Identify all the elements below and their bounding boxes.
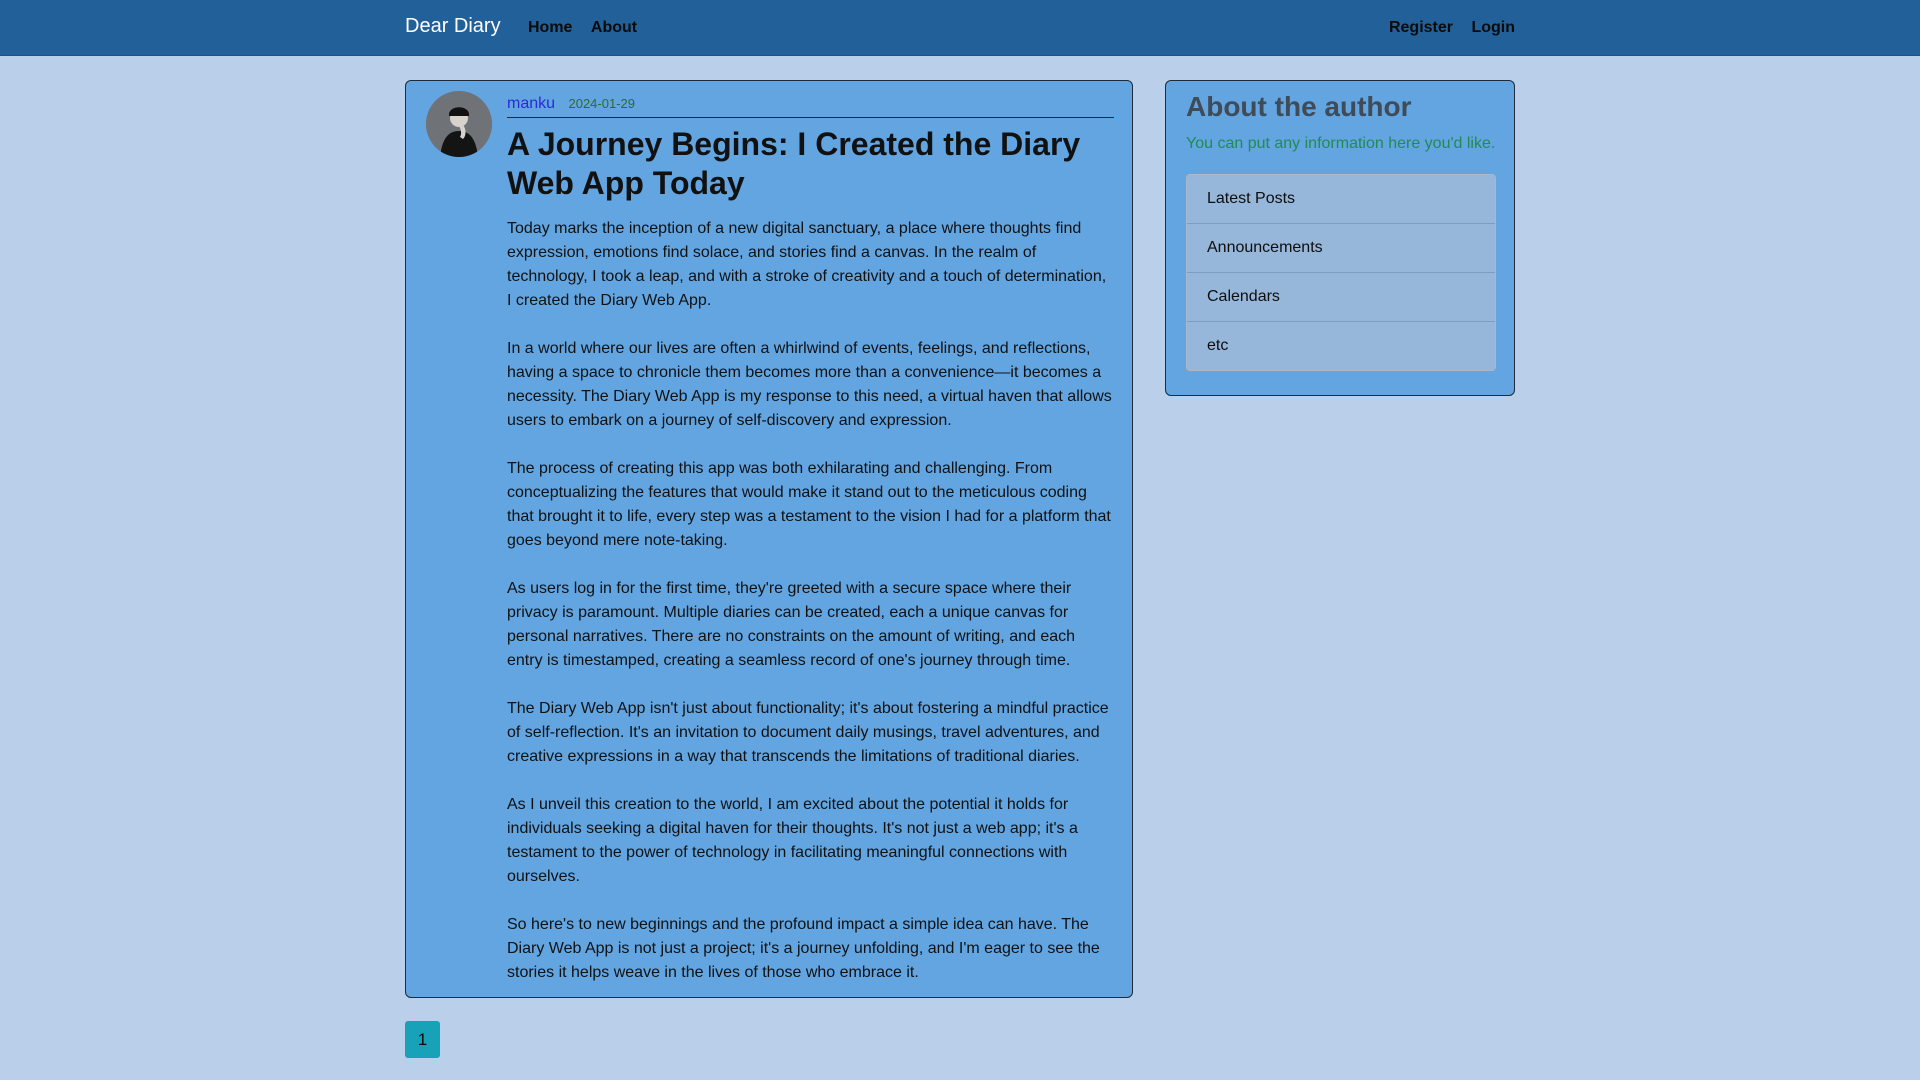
post-card: manku 2024-01-29 A Journey Begins: I Cre…	[405, 80, 1133, 998]
author-avatar	[426, 91, 492, 157]
post-paragraph: The Diary Web App isn't just about funct…	[507, 700, 1109, 765]
post-meta: manku 2024-01-29	[507, 95, 1114, 118]
about-author-sidebar: About the author You can put any informa…	[1165, 80, 1515, 396]
sidebar-item-etc[interactable]: etc	[1187, 322, 1495, 370]
pagination-page-button[interactable]: 1	[405, 1021, 440, 1058]
nav-register-link[interactable]: Register	[1389, 19, 1453, 37]
post-paragraph: Today marks the inception of a new digit…	[507, 220, 1107, 309]
post-date: 2024-01-29	[568, 96, 635, 111]
sidebar-item-latest-posts[interactable]: Latest Posts	[1187, 175, 1495, 224]
nav-left: Home About	[528, 19, 651, 37]
sidebar-subtitle: You can put any information here you'd l…	[1186, 135, 1496, 152]
brand-link[interactable]: Dear Diary	[405, 15, 501, 38]
nav-login-link[interactable]: Login	[1471, 19, 1515, 37]
nav-right: Register Login	[1375, 19, 1515, 37]
post-paragraph: So here's to new beginnings and the prof…	[507, 916, 1100, 981]
post-paragraph: As users log in for the first time, they…	[507, 580, 1076, 669]
sidebar-item-calendars[interactable]: Calendars	[1187, 273, 1495, 322]
sidebar-list: Latest Posts Announcements Calendars etc	[1186, 174, 1496, 371]
post-paragraph: As I unveil this creation to the world, …	[507, 796, 1078, 885]
post-paragraph: In a world where our lives are often a w…	[507, 340, 1112, 429]
sidebar-item-announcements[interactable]: Announcements	[1187, 224, 1495, 273]
nav-about-link[interactable]: About	[591, 19, 637, 37]
post-body: manku 2024-01-29 A Journey Begins: I Cre…	[507, 95, 1114, 1009]
post-paragraph: The process of creating this app was bot…	[507, 460, 1111, 549]
author-link[interactable]: manku	[507, 95, 555, 112]
navbar-inner: Dear Diary Home About Register Login	[405, 0, 1515, 55]
user-avatar-icon	[426, 91, 492, 157]
nav-home-link[interactable]: Home	[528, 19, 572, 37]
post-title[interactable]: A Journey Begins: I Created the Diary We…	[507, 125, 1114, 203]
sidebar-title: About the author	[1186, 91, 1412, 122]
navbar: Dear Diary Home About Register Login	[0, 0, 1920, 56]
